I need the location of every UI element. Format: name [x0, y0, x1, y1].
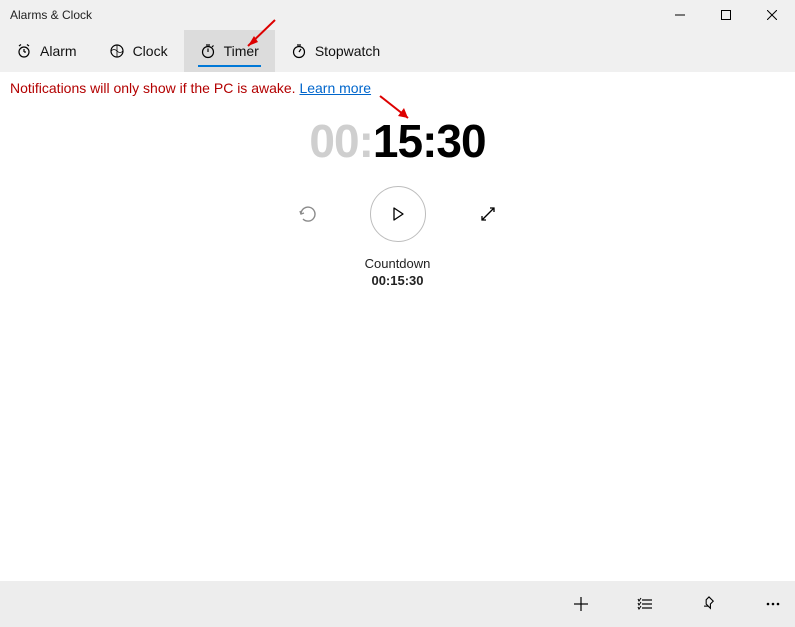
timer-display-minsec: 15:30: [373, 115, 486, 167]
tab-alarm-label: Alarm: [40, 43, 77, 59]
window-title: Alarms & Clock: [10, 8, 657, 22]
notification-text: Notifications will only show if the PC i…: [10, 80, 299, 96]
timer-info: Countdown 00:15:30: [365, 256, 431, 288]
timer-controls: [294, 186, 502, 242]
more-button[interactable]: [761, 592, 785, 616]
tab-stopwatch-label: Stopwatch: [315, 43, 380, 59]
learn-more-link[interactable]: Learn more: [299, 80, 371, 96]
close-button[interactable]: [749, 0, 795, 30]
timer-display[interactable]: 00:15:30: [309, 114, 485, 168]
maximize-icon: [721, 10, 731, 20]
tab-stopwatch[interactable]: Stopwatch: [275, 30, 396, 72]
maximize-button[interactable]: [703, 0, 749, 30]
tab-clock[interactable]: Clock: [93, 30, 184, 72]
bottom-bar: [0, 581, 795, 627]
title-bar: Alarms & Clock: [0, 0, 795, 30]
pin-icon: [701, 596, 717, 612]
add-button[interactable]: [569, 592, 593, 616]
play-icon: [389, 205, 407, 223]
tab-bar: Alarm Clock Timer Stopwatch: [0, 30, 795, 72]
timer-icon: [200, 43, 216, 59]
play-button[interactable]: [370, 186, 426, 242]
main-content: 00:15:30 Countdown 00:15:30: [0, 104, 795, 581]
minimize-icon: [675, 10, 685, 20]
tab-clock-label: Clock: [133, 43, 168, 59]
tab-timer-label: Timer: [224, 43, 259, 59]
list-button[interactable]: [633, 592, 657, 616]
close-icon: [767, 10, 777, 20]
clock-icon: [109, 43, 125, 59]
timer-value: 00:15:30: [365, 273, 431, 288]
notification-bar: Notifications will only show if the PC i…: [0, 72, 795, 104]
expand-icon: [478, 204, 498, 224]
tab-timer[interactable]: Timer: [184, 30, 275, 72]
minimize-button[interactable]: [657, 0, 703, 30]
reset-icon: [297, 203, 319, 225]
pin-button[interactable]: [697, 592, 721, 616]
timer-name: Countdown: [365, 256, 431, 271]
stopwatch-icon: [291, 43, 307, 59]
timer-display-hours: 00:: [309, 115, 372, 167]
ellipsis-icon: [765, 596, 781, 612]
plus-icon: [573, 596, 589, 612]
reset-button[interactable]: [294, 200, 322, 228]
alarm-icon: [16, 43, 32, 59]
tab-alarm[interactable]: Alarm: [0, 30, 93, 72]
list-icon: [637, 596, 653, 612]
expand-button[interactable]: [474, 200, 502, 228]
